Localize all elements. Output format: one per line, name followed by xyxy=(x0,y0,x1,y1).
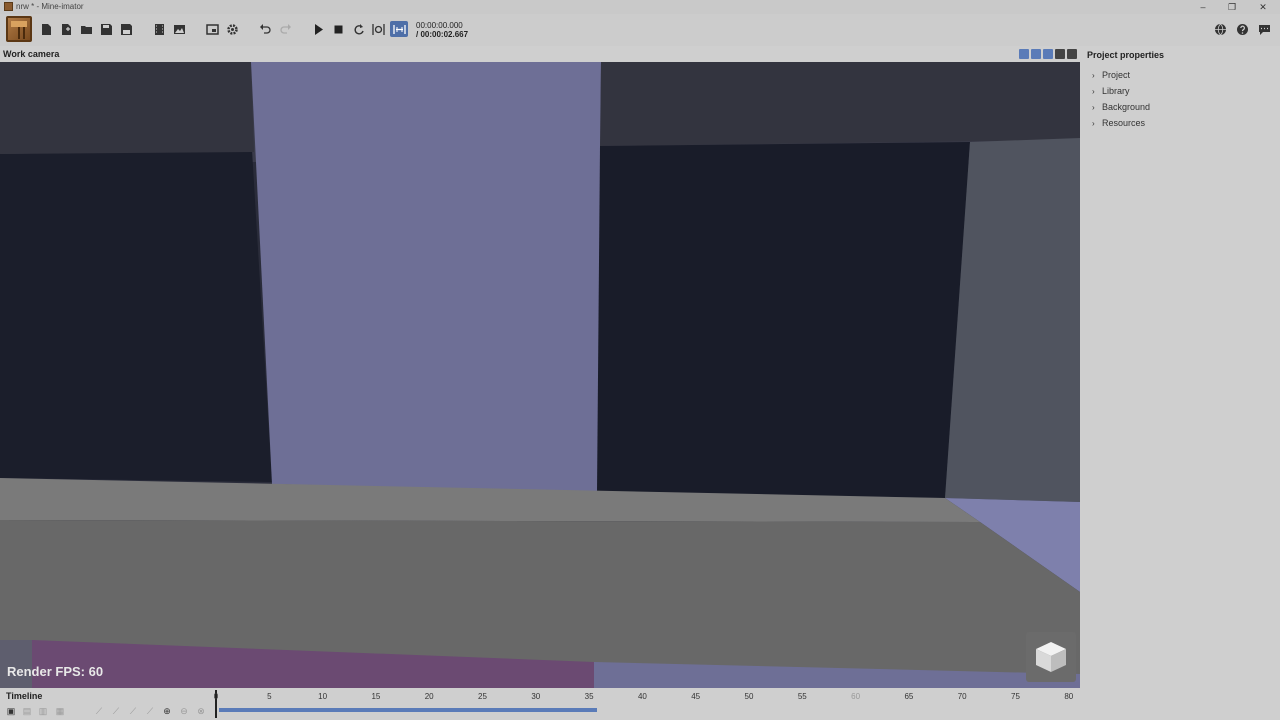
chat-icon[interactable] xyxy=(1256,21,1272,37)
total-time: / 00:00:02.667 xyxy=(416,30,469,39)
marker-icon[interactable] xyxy=(390,21,408,37)
play-icon[interactable] xyxy=(310,21,326,37)
timeline-tick-label: 55 xyxy=(797,692,807,701)
timeline-tick-label: 70 xyxy=(957,692,967,701)
timeline-tick-label: 0 xyxy=(213,692,219,701)
right-top-block xyxy=(600,62,1080,146)
redo-icon[interactable] xyxy=(277,21,293,37)
timeline-tick-label: 10 xyxy=(318,692,328,701)
timeline-tick-label: 60 xyxy=(851,692,861,701)
scale-tool-icon[interactable]: ⟋ xyxy=(145,706,155,716)
open-folder-icon[interactable] xyxy=(78,21,94,37)
render-mode-icon[interactable] xyxy=(1031,49,1041,59)
app-icon xyxy=(4,2,13,11)
right-dark-wall xyxy=(597,142,970,498)
add-keyframe-icon[interactable]: ⊕ xyxy=(162,706,172,716)
panel-title: Project properties xyxy=(1087,50,1165,60)
stop-icon[interactable] xyxy=(330,21,346,37)
timeline-tick-label: 75 xyxy=(1011,692,1020,701)
chevron-right-icon: › xyxy=(1092,70,1095,80)
save-icon[interactable] xyxy=(98,21,114,37)
world-icon[interactable] xyxy=(1212,21,1228,37)
tree-item-label: Project xyxy=(1102,70,1131,80)
project-properties-panel: Project properties › Project › Library ›… xyxy=(1080,46,1280,720)
duplicate-icon[interactable]: ▤ xyxy=(22,706,32,716)
timeline-tick-label: 20 xyxy=(424,692,434,701)
grid-toggle-icon[interactable] xyxy=(1043,49,1053,59)
time-display: 00:00:00.000 / 00:00:02.667 xyxy=(416,21,468,39)
delete-icon[interactable]: ▥ xyxy=(38,706,48,716)
tree-item-resources[interactable]: › Resources xyxy=(1092,117,1145,129)
timeline-tick-label: 45 xyxy=(691,692,701,701)
viewport-title: Work camera xyxy=(3,49,60,59)
chevron-right-icon: › xyxy=(1092,86,1095,96)
tree-item-library[interactable]: › Library xyxy=(1092,85,1130,97)
render-image-icon[interactable] xyxy=(171,21,187,37)
timeline-tick-label: 25 xyxy=(478,692,487,701)
timeline-tick-label: 35 xyxy=(584,692,594,701)
split-view-icon[interactable] xyxy=(1055,49,1065,59)
timeline-tick-label: 65 xyxy=(904,692,914,701)
timeline-title: Timeline xyxy=(6,691,43,701)
add-folder-icon[interactable]: ▣ xyxy=(6,706,16,716)
bend-tool-icon[interactable]: ⟋ xyxy=(94,706,104,716)
work-camera-viewport[interactable]: Render FPS: 60 xyxy=(0,62,1080,688)
timeline-progress-bar xyxy=(219,708,597,712)
title-bar: nrw * - Mine-imator – ❐ ✕ xyxy=(0,0,1280,14)
move-tool-icon[interactable]: ⟋ xyxy=(111,706,121,716)
keyframe-settings-icon[interactable]: ⊗ xyxy=(196,706,206,716)
view-cube-icon xyxy=(1036,642,1066,672)
undo-icon[interactable] xyxy=(257,21,273,37)
timeline-tick-label: 40 xyxy=(637,692,647,701)
timeline-tick-label: 15 xyxy=(371,692,381,701)
timeline-tick-label: 80 xyxy=(1064,692,1074,701)
loop-icon[interactable] xyxy=(350,21,366,37)
window-title: nrw * - Mine-imator xyxy=(16,2,84,11)
chevron-right-icon: › xyxy=(1092,102,1095,112)
camera-view-icon[interactable] xyxy=(1019,49,1029,59)
render-movie-icon[interactable] xyxy=(151,21,167,37)
view-cube[interactable] xyxy=(1026,632,1076,682)
new-project-icon[interactable] xyxy=(38,21,54,37)
tree-item-background[interactable]: › Background xyxy=(1092,101,1150,113)
timeline-tick-label: 30 xyxy=(531,692,541,701)
scene-render xyxy=(0,62,1080,688)
seamless-loop-icon[interactable] xyxy=(370,21,386,37)
new-file-icon[interactable] xyxy=(58,21,74,37)
left-top-block xyxy=(0,62,254,154)
sky-column xyxy=(251,62,601,492)
timeline-ruler[interactable]: 0 5 10 15 20 25 30 35 40 45 50 55 60 65 70 75 80 xyxy=(213,688,1080,720)
render-fps-label: Render FPS: 60 xyxy=(7,664,104,679)
window-icon[interactable] xyxy=(204,21,220,37)
current-time: 00:00:00.000 xyxy=(416,21,463,30)
timeline-tick-label: 50 xyxy=(744,692,754,701)
rotate-tool-icon[interactable]: ⟋ xyxy=(128,706,138,716)
help-icon[interactable] xyxy=(1234,21,1250,37)
tree-item-label: Library xyxy=(1102,86,1130,96)
left-dark-wall xyxy=(0,150,272,482)
close-view-icon[interactable] xyxy=(1067,49,1077,59)
main-toolbar: 00:00:00.000 / 00:00:02.667 xyxy=(0,14,1280,46)
save-as-icon[interactable] xyxy=(118,21,134,37)
lock-icon[interactable]: ▦ xyxy=(55,706,65,716)
tree-item-project[interactable]: › Project xyxy=(1092,69,1130,81)
remove-keyframe-icon[interactable]: ⊖ xyxy=(179,706,189,716)
mine-imator-logo-icon[interactable] xyxy=(6,16,32,42)
tree-item-label: Resources xyxy=(1102,118,1146,128)
minimize-button[interactable]: – xyxy=(1196,1,1210,13)
chevron-right-icon: › xyxy=(1092,118,1095,128)
viewport-header: Work camera xyxy=(0,46,1080,62)
timeline-panel: Timeline ▣ ▤ ▥ ▦ ⟋ ⟋ ⟋ ⟋ ⊕ ⊖ ⊗ 0 5 10 15 20 2… xyxy=(0,688,1080,720)
timeline-tick-label: 5 xyxy=(267,692,272,701)
tree-item-label: Background xyxy=(1102,102,1151,112)
maximize-button[interactable]: ❐ xyxy=(1225,1,1239,13)
settings-icon[interactable] xyxy=(224,21,240,37)
close-button[interactable]: ✕ xyxy=(1256,1,1270,13)
